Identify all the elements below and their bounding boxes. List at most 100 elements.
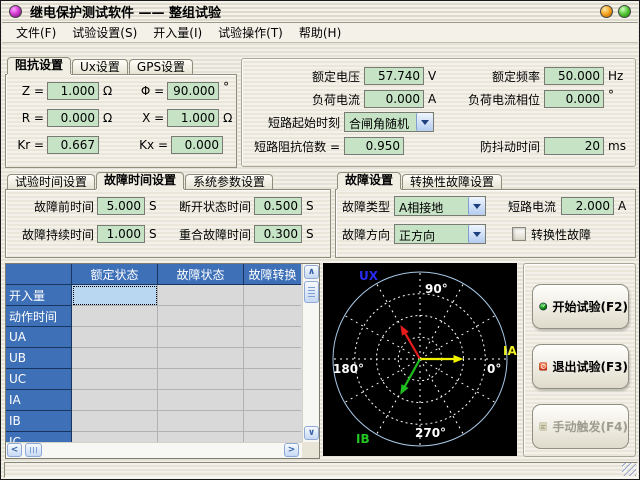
short-start-dropdown-arrow-icon[interactable] — [416, 113, 433, 131]
table-cell[interactable] — [72, 411, 158, 432]
fault-direction-label: 故障方向 — [342, 226, 390, 243]
impedance-multiple-field[interactable] — [344, 137, 404, 155]
tab-gps[interactable]: GPS设置 — [129, 59, 193, 74]
z-unit: Ω — [103, 84, 112, 98]
ux-axis-label: UX — [359, 269, 379, 283]
vertical-scroll-thumb[interactable] — [304, 281, 319, 303]
tab-ux[interactable]: Ux设置 — [72, 59, 128, 74]
load-current-label: 负荷电流 — [250, 91, 360, 108]
x-label: X = — [128, 111, 164, 125]
fault-duration-label: 故障持续时间 — [12, 226, 94, 243]
close-button[interactable] — [618, 5, 631, 18]
fault-type-dropdown-arrow-icon[interactable] — [468, 197, 485, 215]
fault-direction-dropdown-arrow-icon[interactable] — [468, 225, 485, 243]
table-row-header[interactable]: 动作时间 — [6, 306, 72, 327]
kr-label: Kr = — [12, 138, 44, 152]
convert-fault-checkbox[interactable] — [512, 227, 526, 241]
tab-system-params[interactable]: 系统参数设置 — [185, 174, 273, 189]
tab-fault-time[interactable]: 故障时间设置 — [96, 172, 184, 189]
scroll-right-icon[interactable]: > — [284, 443, 299, 457]
menu-item-help[interactable]: 帮助(H) — [291, 22, 349, 43]
table-cell[interactable] — [72, 306, 158, 327]
table-cell[interactable] — [244, 390, 301, 411]
system-menu-icon[interactable] — [9, 5, 22, 18]
minimize-button[interactable] — [600, 5, 613, 18]
menu-item-test-operation[interactable]: 试验操作(T) — [210, 22, 291, 43]
tab-test-time[interactable]: 试验时间设置 — [7, 174, 95, 189]
tab-fault[interactable]: 故障设置 — [337, 172, 401, 189]
table-row-header[interactable]: UC — [6, 369, 72, 390]
table-row: IA — [6, 390, 302, 411]
short-start-dropdown[interactable]: 合闸角随机 — [344, 112, 434, 132]
table-cell[interactable] — [158, 285, 244, 306]
rated-voltage-field[interactable] — [364, 67, 424, 85]
manual-trigger-label: 手动触发(F4) — [552, 418, 628, 435]
scroll-left-icon[interactable]: < — [7, 443, 22, 457]
table-vertical-scrollbar[interactable]: ∧ ∨ — [302, 264, 319, 442]
table-cell[interactable] — [244, 306, 301, 327]
fault-direction-dropdown[interactable]: 正方向 — [394, 224, 486, 244]
table-cell[interactable] — [158, 306, 244, 327]
table-cell[interactable] — [72, 327, 158, 348]
z-field[interactable] — [47, 82, 99, 100]
scroll-up-icon[interactable]: ∧ — [304, 265, 319, 279]
table-horizontal-scrollbar[interactable]: < > — [6, 442, 302, 458]
table-cell[interactable] — [72, 390, 158, 411]
table-row-header[interactable]: 开入量 — [6, 285, 72, 306]
table-cell[interactable] — [158, 432, 244, 442]
kr-field[interactable] — [47, 136, 99, 154]
exit-test-button[interactable]: 退出试验(F3) — [532, 344, 629, 389]
horizontal-scroll-thumb[interactable] — [25, 443, 42, 457]
menu-item-file[interactable]: 文件(F) — [8, 22, 64, 43]
kx-field[interactable] — [171, 136, 223, 154]
phi-field[interactable] — [167, 82, 219, 100]
table-row-header[interactable]: IC — [6, 432, 72, 442]
table-cell[interactable] — [244, 348, 301, 369]
table-cell[interactable] — [72, 369, 158, 390]
rated-freq-field[interactable] — [544, 67, 604, 85]
load-current-field[interactable] — [364, 90, 424, 108]
fault-duration-field[interactable] — [97, 225, 145, 243]
menu-item-test-settings[interactable]: 试验设置(S) — [64, 22, 145, 43]
open-time-field[interactable] — [254, 197, 302, 215]
short-current-field[interactable] — [561, 197, 614, 215]
rated-voltage-unit: V — [428, 69, 444, 83]
table-row-header[interactable]: UA — [6, 327, 72, 348]
fault-duration-unit: S — [149, 227, 161, 241]
table-cell[interactable] — [72, 432, 158, 442]
table-cell[interactable] — [158, 348, 244, 369]
table-row-header[interactable]: IA — [6, 390, 72, 411]
scroll-down-icon[interactable]: ∨ — [304, 426, 319, 440]
table-cell[interactable] — [244, 285, 301, 306]
table-cell[interactable] — [244, 411, 301, 432]
r-field[interactable] — [47, 109, 99, 127]
tab-impedance[interactable]: 阻抗设置 — [7, 57, 71, 74]
manual-trigger-button[interactable]: 手动触发(F4) — [532, 404, 629, 449]
table-column-header-3[interactable]: 故障转换 — [244, 264, 301, 285]
table-cell[interactable] — [158, 411, 244, 432]
table-column-header-2[interactable]: 故障状态 — [158, 264, 244, 285]
table-corner-header[interactable] — [6, 264, 72, 285]
table-cell[interactable] — [158, 390, 244, 411]
x-field[interactable] — [167, 109, 219, 127]
resize-grip-icon[interactable] — [622, 463, 636, 476]
table-cell[interactable] — [158, 327, 244, 348]
table-cell[interactable] — [72, 285, 158, 306]
reclose-time-field[interactable] — [254, 225, 302, 243]
table-cell[interactable] — [244, 432, 301, 442]
table-row-header[interactable]: IB — [6, 411, 72, 432]
table-cell[interactable] — [72, 348, 158, 369]
angle-label-180: 180° — [333, 362, 364, 376]
start-test-button[interactable]: 开始试验(F2) — [532, 284, 629, 329]
table-cell[interactable] — [244, 369, 301, 390]
tab-convert-fault[interactable]: 转换性故障设置 — [402, 174, 502, 189]
fault-type-dropdown[interactable]: A相接地 — [394, 196, 486, 216]
load-current-phase-field[interactable] — [544, 90, 604, 108]
table-column-header-1[interactable]: 额定状态 — [72, 264, 158, 285]
table-cell[interactable] — [158, 369, 244, 390]
prefault-time-field[interactable] — [97, 197, 145, 215]
anti-shake-field[interactable] — [544, 137, 604, 155]
menu-item-binary-input[interactable]: 开入量(I) — [145, 22, 210, 43]
table-row-header[interactable]: UB — [6, 348, 72, 369]
table-cell[interactable] — [244, 327, 301, 348]
